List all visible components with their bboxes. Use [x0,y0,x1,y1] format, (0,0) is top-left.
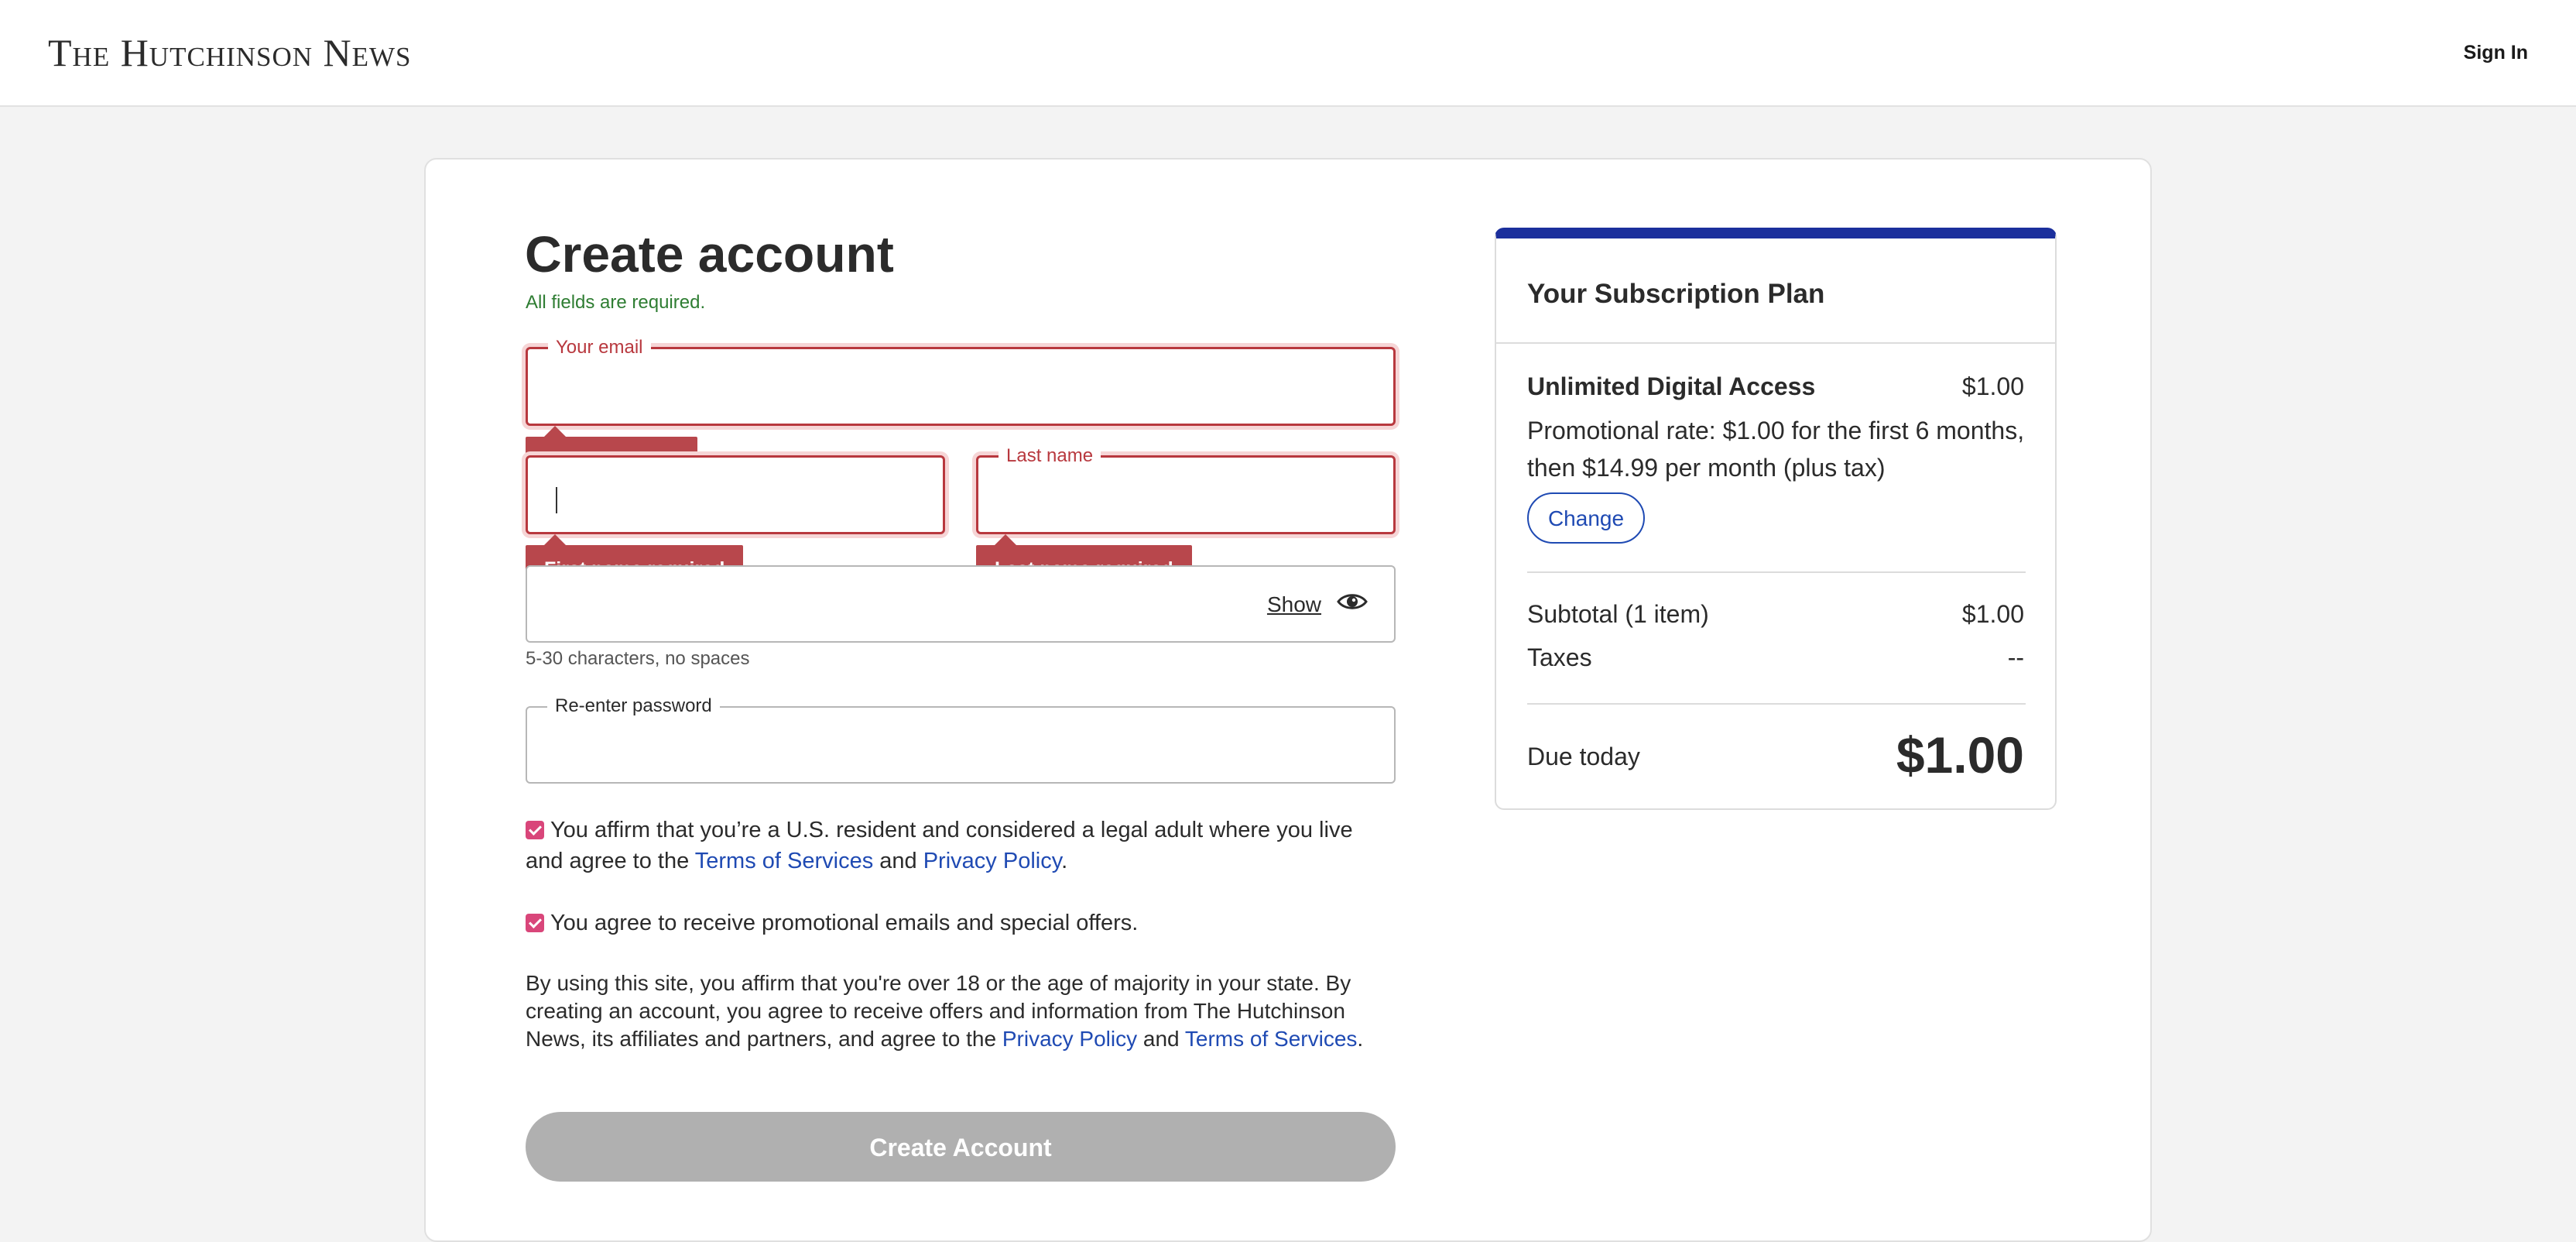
legal-and-text: and [1137,1027,1185,1051]
password-hint: 5-30 characters, no spaces [526,648,750,669]
page-title: Create account [525,225,894,283]
affirm-period: . [1061,849,1068,873]
reenter-password-field[interactable]: Re-enter password [526,694,1396,784]
last-name-field[interactable]: Last name [976,444,1396,534]
required-fields-note: All fields are required. [526,292,706,313]
eye-icon [1337,590,1368,619]
text-cursor [556,487,557,513]
plan-item-name: Unlimited Digital Access [1527,372,1816,400]
plan-divider [1496,342,2055,344]
plan-item-price: $1.00 [1961,372,2024,400]
promo-emails-checkbox[interactable] [526,914,544,932]
legal-disclaimer: By using this site, you affirm that you'… [526,969,1396,1053]
legal-period: . [1357,1027,1364,1051]
site-logo[interactable]: The Hutchinson News [48,29,412,76]
top-bar: The Hutchinson News Sign In [0,0,2576,107]
change-plan-button[interactable]: Change [1527,492,1645,544]
terms-link[interactable]: Terms of Services [695,849,873,873]
taxes-value: -- [2007,643,2024,671]
show-password-toggle[interactable]: Show [1267,590,1368,619]
legal-terms-link[interactable]: Terms of Services [1185,1027,1358,1051]
plan-divider [1527,571,2026,573]
reenter-password-label: Re-enter password [547,694,720,719]
subscription-plan-panel: Your Subscription Plan Unlimited Digital… [1495,228,2057,810]
affirm-checkbox[interactable] [526,821,544,839]
promo-emails-text: You agree to receive promotional emails … [550,911,1139,935]
subtotal-label: Subtotal (1 item) [1527,600,1709,628]
promo-emails-checkbox-row: You agree to receive promotional emails … [526,907,1396,938]
first-name-field[interactable] [526,455,945,534]
affirm-and-text: and [873,849,923,873]
plan-title: Your Subscription Plan [1527,279,1825,309]
promo-rate-text: Promotional rate: $1.00 for the first 6 … [1527,417,2025,482]
create-account-button[interactable]: Create Account [526,1112,1396,1182]
privacy-link[interactable]: Privacy Policy [923,849,1061,873]
plan-divider [1527,703,2026,705]
due-today-value: $1.00 [1896,726,2024,784]
due-today-label: Due today [1527,743,1640,770]
subtotal-value: $1.00 [1961,600,2024,628]
legal-privacy-link[interactable]: Privacy Policy [1002,1027,1137,1051]
affirm-checkbox-row: You affirm that you’re a U.S. resident a… [526,815,1396,877]
email-label: Your email [548,335,651,360]
show-password-label: Show [1266,592,1321,616]
email-field[interactable]: Your email [526,335,1396,426]
sign-in-link[interactable]: Sign In [2464,39,2528,67]
taxes-label: Taxes [1527,643,1592,671]
last-name-label: Last name [999,444,1101,468]
password-field[interactable]: Show [526,565,1396,643]
